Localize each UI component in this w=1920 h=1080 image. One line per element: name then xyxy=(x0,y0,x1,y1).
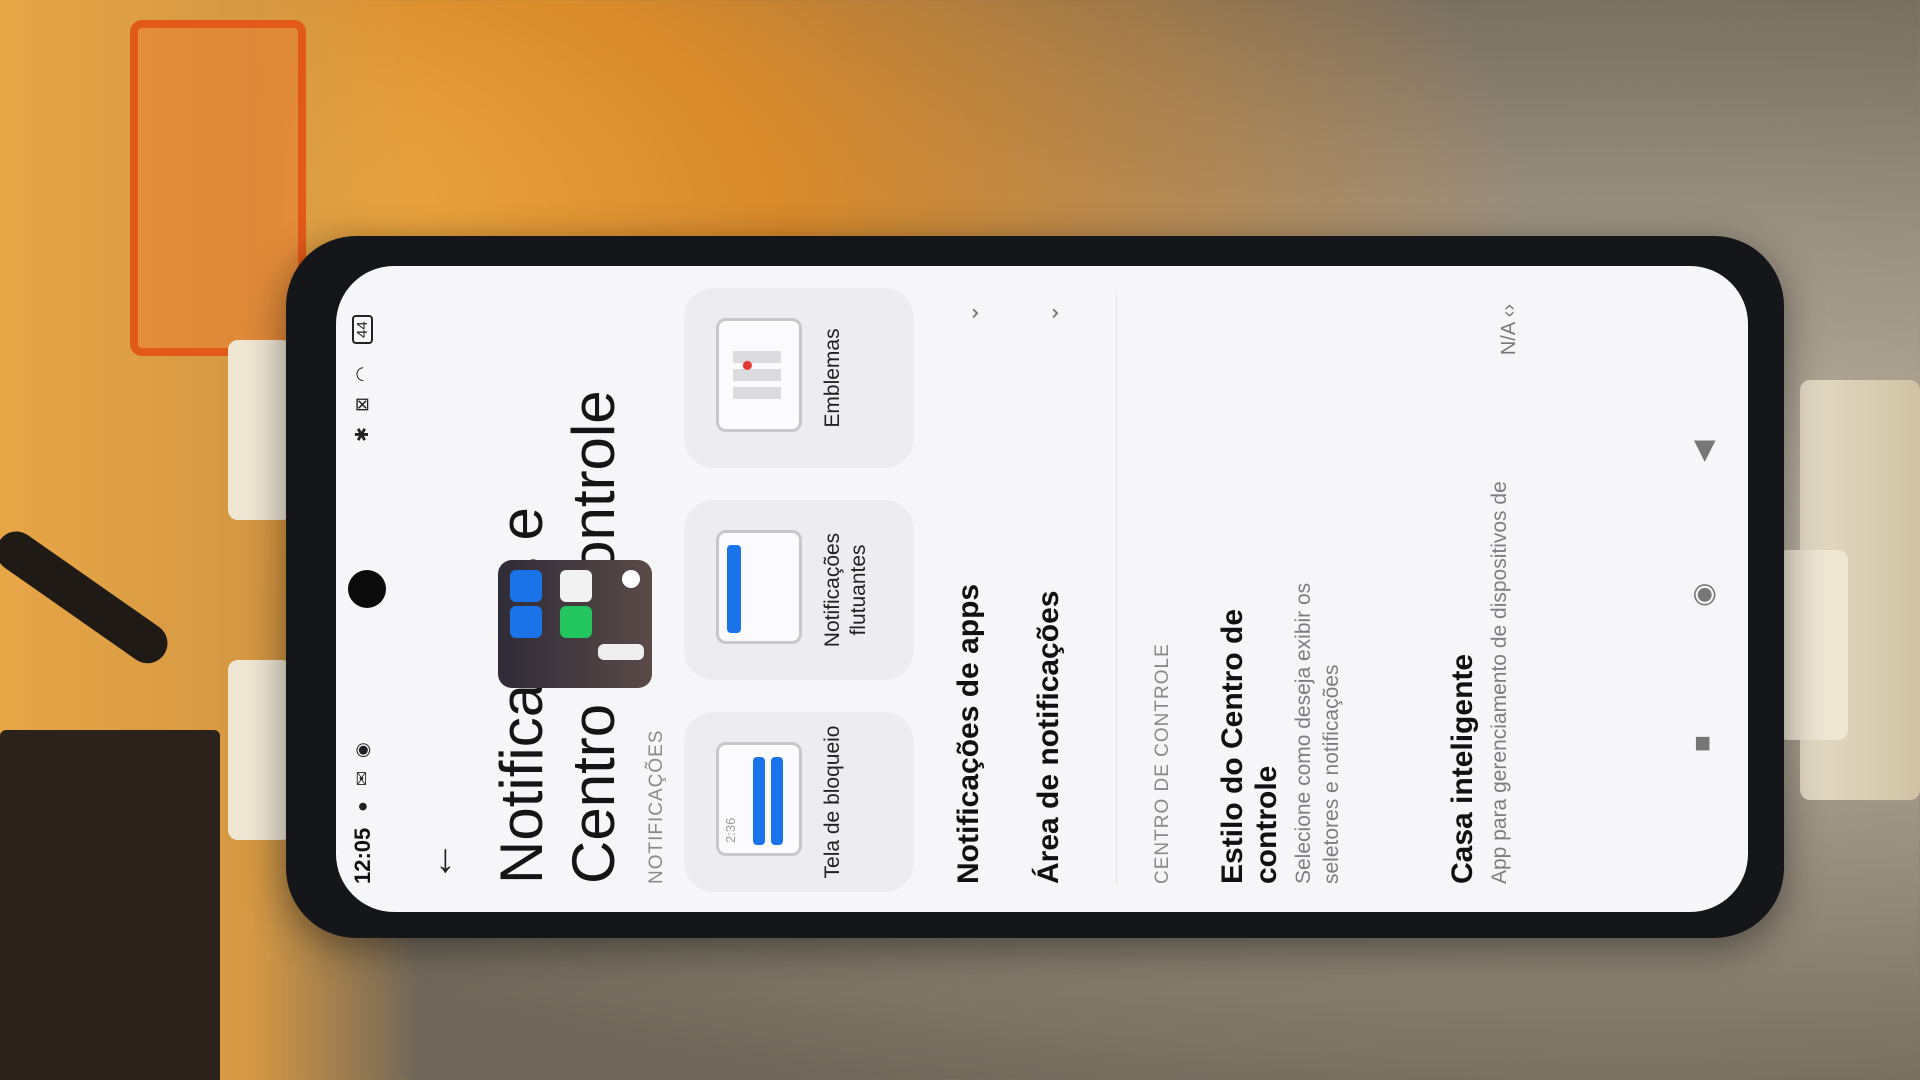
smart-home-value: N/A ‹› xyxy=(1498,304,1520,356)
cc-dot xyxy=(622,570,640,588)
notification-style-cards: 2:36 Tela de bloqueio Notificações flutu… xyxy=(684,286,914,892)
floating-thumbnail xyxy=(716,530,802,644)
circle-icon[interactable]: ◉ xyxy=(1686,583,1719,607)
thumb-floating-bar xyxy=(727,545,741,633)
battery-saver-icon: ⊠ xyxy=(352,396,372,412)
badge-dot-icon xyxy=(733,351,781,399)
control-center-style-description: Selecione como deseja exibir os seletore… xyxy=(1292,582,1343,884)
control-center-style-row[interactable]: Estilo do Centro de controle Selecione c… xyxy=(1216,504,1346,884)
control-center-style-title: Estilo do Centro de controle xyxy=(1216,608,1283,884)
gmail-icon: ✉ xyxy=(352,770,372,786)
navigation-bar: ■ ◉ ◀ xyxy=(1666,266,1748,912)
lock-screen-card[interactable]: 2:36 Tela de bloqueio xyxy=(684,712,914,892)
control-center-section-label: CENTRO DE CONTROLE xyxy=(1152,643,1173,884)
phone-screen: 12:05 ● ✉ ◉ ✱ ⊠ ◠ 44 ← Notificações e Ce… xyxy=(336,266,1748,912)
square-icon[interactable]: ■ xyxy=(1686,735,1718,752)
cc-tile-green xyxy=(560,606,592,638)
thumb-time: 2:36 xyxy=(723,817,738,843)
control-center-style-thumbnail[interactable] xyxy=(498,560,652,688)
holder-clamp-left-top xyxy=(228,340,292,520)
background-object xyxy=(130,20,306,356)
nav-icon: ◉ xyxy=(352,742,372,758)
notification-shade-row[interactable]: Área de notificações ⌄ xyxy=(1032,294,1066,884)
bluetooth-icon: ✱ xyxy=(352,426,372,442)
triangle-icon[interactable]: ◀ xyxy=(1686,440,1719,462)
smart-home-value-text: N/A xyxy=(1498,322,1520,356)
lock-screen-thumbnail: 2:36 xyxy=(716,742,802,856)
chevron-down-icon: ⌄ xyxy=(958,304,983,323)
chevron-down-icon: ⌄ xyxy=(1038,304,1063,323)
cc-slider xyxy=(598,644,644,660)
cc-tile-blue-1 xyxy=(510,570,542,602)
smart-home-row[interactable]: Casa inteligente App para gerenciamento … xyxy=(1446,294,1520,884)
holder-clamp-left-bottom xyxy=(228,660,292,840)
app-notifications-title: Notificações de apps xyxy=(952,583,985,884)
battery-level: 44 xyxy=(354,321,371,338)
background-block xyxy=(0,730,220,1080)
cc-tile-blue-2 xyxy=(510,606,542,638)
badges-card[interactable]: Emblemas xyxy=(684,288,914,468)
smart-home-description: App para gerenciamento de dispositivos d… xyxy=(1488,481,1511,884)
floating-notifications-label: Notificações flutuantes xyxy=(821,532,870,648)
app-notifications-row[interactable]: Notificações de apps ⌄ xyxy=(952,294,986,884)
notifications-section-label: NOTIFICAÇÕES xyxy=(646,729,667,884)
thumb-bar-1 xyxy=(753,757,765,845)
holder-clamp-right xyxy=(1778,550,1848,740)
thumb-bar-2 xyxy=(771,757,783,845)
whatsapp-icon: ● xyxy=(352,801,372,812)
front-camera xyxy=(348,570,386,608)
wifi-icon: ◠ xyxy=(352,366,372,382)
notification-shade-title: Área de notificações xyxy=(1032,590,1065,884)
status-time: 12:05 xyxy=(350,827,375,884)
section-divider xyxy=(1116,294,1117,884)
lock-screen-label: Tela de bloqueio xyxy=(821,725,844,879)
badges-thumbnail xyxy=(716,318,802,432)
cc-tile-white xyxy=(560,570,592,602)
smart-home-title: Casa inteligente xyxy=(1446,653,1479,884)
back-arrow-icon[interactable]: ← xyxy=(414,836,464,886)
badges-label: Emblemas xyxy=(821,328,844,428)
battery-icon: 44 xyxy=(352,315,373,344)
floating-notifications-card[interactable]: Notificações flutuantes xyxy=(684,500,914,680)
